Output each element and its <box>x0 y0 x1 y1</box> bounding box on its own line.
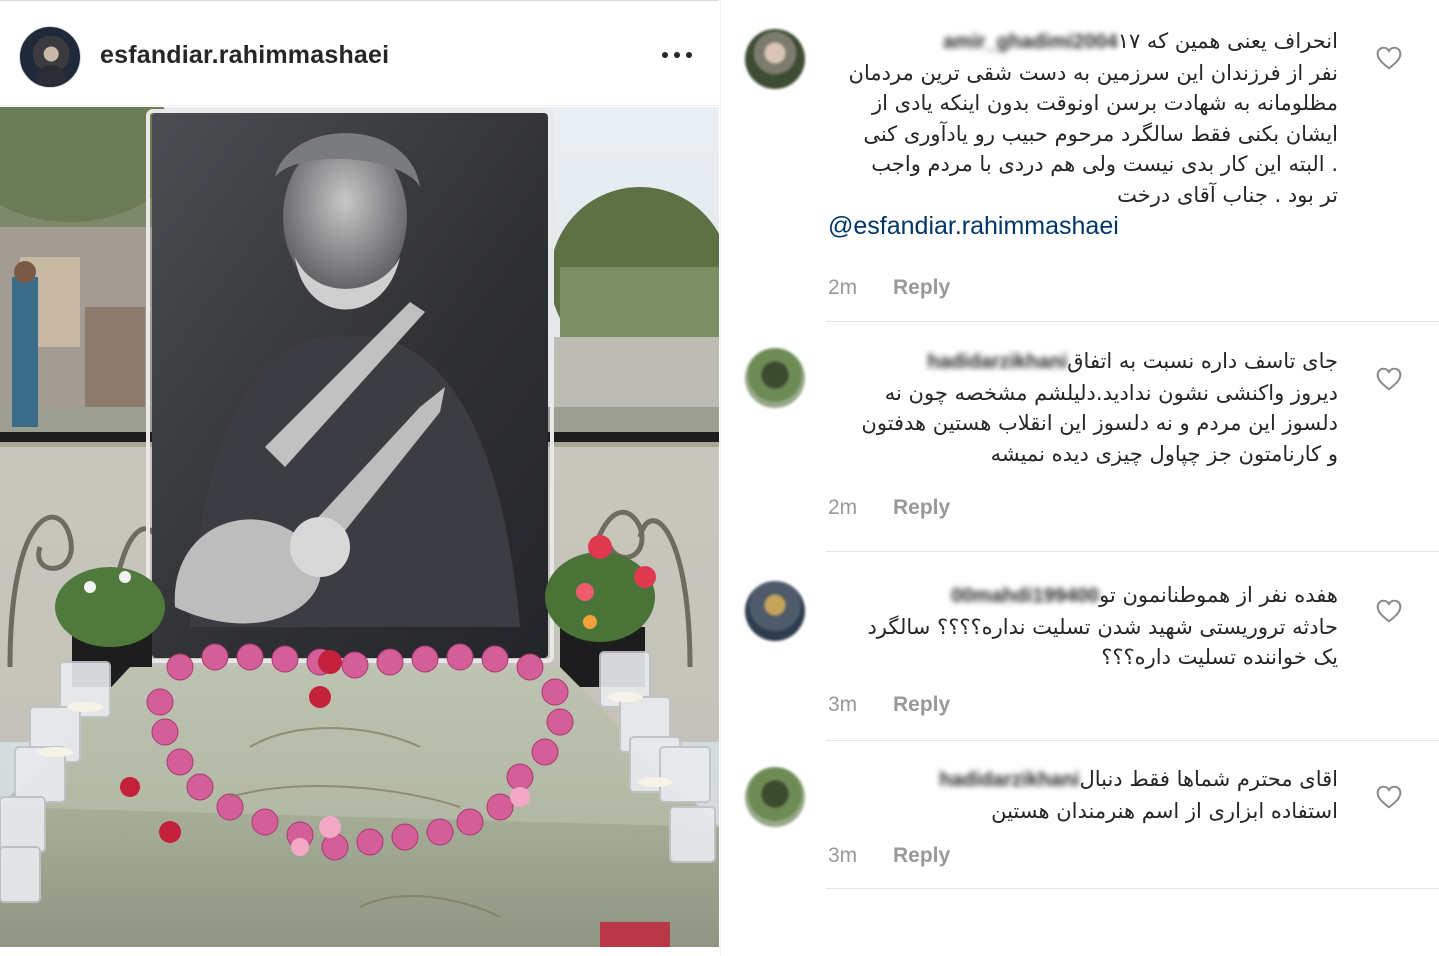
comment-meta: 3m Reply <box>828 844 950 868</box>
comment-text: هفده نفر از هموطنانمون تو00mahdi199400 ح… <box>828 580 1338 673</box>
comment-line: استفاده ابزاری از اسم هنرمندان هستین <box>991 798 1338 823</box>
comment-divider <box>826 551 1439 552</box>
comment-body: جای تاسف داره نسبت به اتفاقhadidarzikhan… <box>828 346 1338 469</box>
comment-time: 3m <box>828 693 858 716</box>
comment-text: جای تاسف داره نسبت به اتفاقhadidarzikhan… <box>828 346 1338 469</box>
comment-text: انحراف یعنی همین که ۱۷amir_ghadimi2004 ن… <box>828 26 1338 210</box>
mention-link[interactable]: @esfandiar.rahimmashaei <box>828 212 1338 241</box>
commenter-avatar[interactable] <box>745 29 805 89</box>
comment-divider <box>826 321 1439 322</box>
author-username[interactable]: esfandiar.rahimmashaei <box>100 41 389 70</box>
comment-line: جای تاسف داره نسبت به اتفاقhadidarzikhan… <box>828 346 1338 378</box>
reply-button[interactable]: Reply <box>893 276 950 299</box>
commenter-username[interactable]: amir_ghadimi2004 <box>943 27 1118 58</box>
reply-button[interactable]: Reply <box>893 693 950 716</box>
comment-line: حادثه تروریستی شهید شدن تسلیت نداره؟؟؟؟ … <box>867 614 1338 639</box>
comment-time: 3m <box>828 844 858 867</box>
comment-line: . البته این کار بدی نیست ولی هم دردی با … <box>871 152 1338 176</box>
comment-line: مظلومانه به شهادت برسن اونوقت بدون اینکه… <box>872 91 1338 115</box>
reply-button[interactable]: Reply <box>893 496 950 519</box>
comment-body: هفده نفر از هموطنانمون تو00mahdi199400 ح… <box>828 580 1338 673</box>
heart-outline-icon[interactable] <box>1376 367 1402 391</box>
commenter-username[interactable]: hadidarzikhani <box>927 347 1067 378</box>
comment-meta: 2m Reply <box>828 496 950 520</box>
reply-button[interactable]: Reply <box>893 844 950 867</box>
comment-line: یک خواننده تسلیت داره؟؟؟ <box>1101 645 1338 669</box>
instagram-post: esfandiar.rahimmashaei <box>0 0 719 956</box>
comment-divider <box>826 740 1439 741</box>
more-options-icon[interactable] <box>660 43 694 67</box>
heart-outline-icon[interactable] <box>1376 599 1402 623</box>
comment-body: اقای محترم شماها فقط دنبالhadidarzikhani… <box>828 764 1338 826</box>
comment-line: هفده نفر از هموطنانمون تو00mahdi199400 <box>828 580 1338 612</box>
comment-line: نفر از فرزندان این سرزمین به دست شقی تری… <box>848 60 1338 85</box>
comment-line: ایشان بکنی فقط سالگرد مرحوم حبیب رو یادآ… <box>863 121 1338 146</box>
comment-meta: 2m Reply <box>828 276 950 300</box>
comment-meta: 3m Reply <box>828 693 950 717</box>
commenter-avatar[interactable] <box>745 767 805 827</box>
commenter-avatar[interactable] <box>745 348 805 408</box>
comment-line: دیروز واکنشی نشون ندادید.دلیلشم مشخصه چو… <box>884 380 1338 405</box>
comment-divider <box>826 888 1439 889</box>
post-photo-grave-memorial <box>0 107 719 947</box>
post-header: esfandiar.rahimmashaei <box>0 0 719 106</box>
comment-body: انحراف یعنی همین که ۱۷amir_ghadimi2004 ن… <box>828 26 1338 241</box>
heart-outline-icon[interactable] <box>1376 785 1402 809</box>
comment-line: تر بود . جناب آقای درخت <box>1117 182 1338 207</box>
commenter-username[interactable]: hadidarzikhani <box>939 765 1079 796</box>
commenter-avatar[interactable] <box>745 581 805 641</box>
comments-panel: انحراف یعنی همین که ۱۷amir_ghadimi2004 ن… <box>720 0 1439 956</box>
comment-line: انحراف یعنی همین که ۱۷amir_ghadimi2004 <box>828 26 1338 58</box>
comment-time: 2m <box>828 276 858 299</box>
comment-text: اقای محترم شماها فقط دنبالhadidarzikhani… <box>828 764 1338 826</box>
heart-outline-icon[interactable] <box>1376 46 1402 70</box>
comment-line: دلسوز این مردم و نه دلسوز این انقلاب هست… <box>861 411 1338 435</box>
comment-time: 2m <box>828 496 858 519</box>
comment-line: اقای محترم شماها فقط دنبالhadidarzikhani <box>828 764 1338 796</box>
commenter-username[interactable]: 00mahdi199400 <box>951 581 1099 612</box>
comment-line: و کارنامتون جز چپاول چیزی دیده نمیشه <box>990 441 1338 466</box>
author-avatar[interactable] <box>19 26 81 88</box>
